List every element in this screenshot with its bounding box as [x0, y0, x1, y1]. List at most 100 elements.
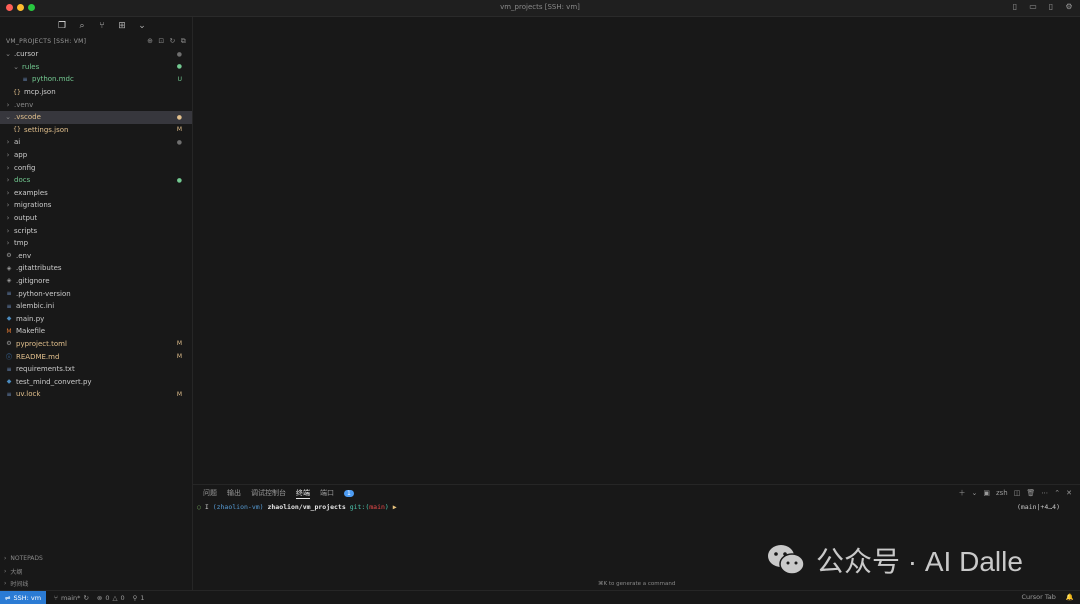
outline-section[interactable]: › 大纲 [0, 565, 192, 578]
git-status-badge: M [176, 353, 182, 361]
tree-item-venv[interactable]: › .venv [0, 98, 192, 111]
sync-icon: ↻ [83, 593, 89, 602]
tab-problems[interactable]: 问题 [203, 488, 217, 498]
ports-count: 1 [140, 593, 145, 602]
tab-terminal[interactable]: 终端 [296, 488, 310, 499]
chevron-down-icon[interactable]: ⌄ [971, 489, 977, 497]
tree-item-ai[interactable]: › ai ● [0, 136, 192, 149]
tree-item-label: .gitignore [16, 276, 50, 285]
settings-gear-icon[interactable]: ⚙ [1064, 2, 1074, 12]
tree-item-label: scripts [14, 226, 38, 235]
timeline-section[interactable]: › 时间线 [0, 578, 192, 591]
tree-item-config[interactable]: › config [0, 161, 192, 174]
tab-debug-console[interactable]: 调试控制台 [251, 488, 286, 498]
tree-item-python-version[interactable]: ≡ .python-version [0, 287, 192, 300]
new-terminal-icon[interactable]: ＋ [958, 488, 965, 498]
toggle-sidebar-icon[interactable]: ▯ [1010, 2, 1020, 12]
tree-item-gitattributes[interactable]: ◈ .gitattributes [0, 262, 192, 275]
chevron-right-icon: › [4, 580, 7, 588]
tree-item-label: pyproject.toml [16, 339, 67, 348]
tree-item-rules[interactable]: ⌄ rules ● [0, 61, 192, 74]
chevron-down-icon: ⌄ [5, 50, 11, 59]
tree-item-tmp[interactable]: › tmp [0, 237, 192, 250]
tree-item-gitignore[interactable]: ◈ .gitignore [0, 275, 192, 288]
source-control-icon[interactable]: ⑂ [96, 20, 108, 32]
tree-item-pyproject-toml[interactable]: ⚙ pyproject.toml M [0, 338, 192, 351]
tree-item-label: .python-version [16, 289, 71, 298]
split-terminal-icon[interactable]: ◫ [1014, 489, 1021, 497]
tree-item-readme-md[interactable]: ⓘ README.md M [0, 350, 192, 363]
tree-item-label: mcp.json [24, 88, 56, 97]
tree-item-label: settings.json [24, 125, 69, 134]
watermark: 公众号 · AI Dalle [766, 540, 1023, 580]
terminal-user-host: (zhaolion-vm) [212, 503, 264, 511]
tree-item-label: ai [14, 138, 21, 147]
readme-info-icon: ⓘ [5, 354, 12, 362]
new-file-icon[interactable]: ⊕ [147, 37, 153, 46]
tree-item-examples[interactable]: › examples [0, 187, 192, 200]
tree-item-label: Makefile [16, 327, 46, 336]
toggle-panel-icon[interactable]: ▭ [1028, 2, 1038, 12]
error-count: 0 [105, 593, 110, 602]
maximize-panel-icon[interactable]: ⌃ [1054, 489, 1060, 497]
git-status-badge: ● [176, 63, 182, 71]
tree-item-vscode[interactable]: ⌄ .vscode ● [0, 110, 192, 124]
tab-output[interactable]: 输出 [227, 488, 241, 498]
tree-item-app[interactable]: › app [0, 149, 192, 162]
tree-item-makefile[interactable]: M Makefile [0, 325, 192, 338]
extensions-icon[interactable]: ⊞ [116, 20, 128, 32]
prompt-arrow: ▶ [392, 503, 397, 511]
search-icon[interactable]: ⌕ [76, 20, 88, 32]
problems-indicator[interactable]: ⊗ 0 △ 0 [97, 594, 125, 602]
chevron-down-icon[interactable]: ⌄ [136, 20, 148, 32]
tree-item-main-py[interactable]: ◆ main.py [0, 312, 192, 325]
window-title: vm_projects [SSH: vm] [500, 3, 580, 11]
new-folder-icon[interactable]: ⊡ [158, 37, 164, 46]
more-actions-icon[interactable]: ⋯ [1041, 489, 1048, 497]
editor-area[interactable] [193, 17, 1080, 484]
tree-item-label: .env [16, 251, 32, 260]
tree-item-test-mind-convert-py[interactable]: ◆ test_mind_convert.py [0, 375, 192, 388]
terminal-path: zhaolion/vm_projects [267, 503, 346, 511]
chevron-right-icon: › [6, 163, 10, 172]
notepads-section[interactable]: › NOTEPADS [0, 553, 192, 566]
notifications-bell-icon[interactable]: 🔔 [1066, 593, 1074, 601]
notepads-label: NOTEPADS [10, 555, 43, 563]
tree-item-cursor[interactable]: ⌄ .cursor ● [0, 48, 192, 61]
warning-icon: △ [112, 593, 118, 602]
ports-count-badge: 1 [344, 489, 354, 497]
tree-item-label: .vscode [14, 113, 41, 122]
kill-terminal-icon[interactable]: 🗑 [1026, 489, 1035, 497]
remote-indicator[interactable]: ⇌ SSH: vm [0, 591, 47, 604]
tree-item-python-mdc[interactable]: ≡ python.mdc U [0, 73, 192, 86]
makefile-icon: M [6, 327, 12, 335]
tree-item-requirements-txt[interactable]: ≡ requirements.txt [0, 363, 192, 376]
tab-ports[interactable]: 端口 [320, 488, 334, 498]
refresh-icon[interactable]: ↻ [170, 37, 176, 46]
settings-file-icon: ⚙ [6, 252, 12, 260]
tree-item-label: app [14, 151, 28, 160]
cursor-tab-label[interactable]: Cursor Tab [1021, 593, 1055, 601]
ports-indicator[interactable]: ⚲ 1 [133, 594, 145, 602]
explorer-files-icon[interactable]: ❐ [56, 20, 68, 32]
shell-name[interactable]: zsh [996, 489, 1008, 497]
tree-item-output[interactable]: › output [0, 212, 192, 225]
tree-item-label: python.mdc [32, 75, 74, 84]
tree-item-uv-lock[interactable]: ≡ uv.lock M [0, 388, 192, 401]
collapse-all-icon[interactable]: ⧉ [181, 37, 186, 46]
tree-item-scripts[interactable]: › scripts [0, 224, 192, 237]
branch-indicator[interactable]: ⑂ main* ↻ [54, 594, 89, 602]
terminal-prompt-line[interactable]: ○ I (zhaolion-vm) zhaolion/vm_projects g… [197, 503, 397, 511]
tree-item-migrations[interactable]: › migrations [0, 199, 192, 212]
close-panel-icon[interactable]: ✕ [1066, 489, 1072, 497]
tree-item-mcp-json[interactable]: {} mcp.json [0, 86, 192, 99]
tree-item-settings-json[interactable]: {} settings.json M [0, 124, 192, 137]
explorer-header[interactable]: VM_PROJECTS [SSH: VM] ⊕ ⊡ ↻ ⧉ [0, 35, 192, 48]
tree-item-env[interactable]: ⚙ .env [0, 250, 192, 263]
branch-label: main* [60, 593, 81, 602]
activity-toolbar: ❐ ⌕ ⑂ ⊞ ⌄ [0, 17, 192, 35]
tree-item-alembic-ini[interactable]: ≡ alembic.ini [0, 300, 192, 313]
tree-item-docs[interactable]: › docs ● [0, 174, 192, 187]
chevron-down-icon: ⌄ [13, 62, 19, 71]
toggle-secondary-sidebar-icon[interactable]: ▯ [1046, 2, 1056, 12]
